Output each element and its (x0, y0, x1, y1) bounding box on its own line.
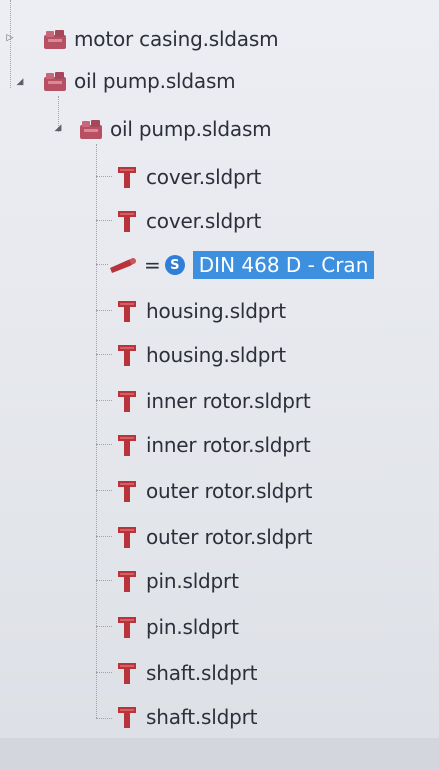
tree-node-part[interactable]: housing.sldprt (114, 340, 286, 370)
tree-node-part[interactable]: cover.sldprt (114, 206, 261, 236)
part-icon (114, 432, 140, 458)
tree-node-label-selected: DIN 468 D - Cran (192, 251, 375, 279)
tree-guide-branch (96, 264, 108, 265)
tree-node-label: cover.sldprt (146, 165, 262, 189)
tree-guide-branch (96, 354, 112, 355)
tree-node-label: inner rotor.sldprt (146, 433, 311, 457)
tree-guide-line-level2 (96, 144, 97, 718)
part-icon (114, 298, 140, 324)
tree-node-oil-pump-sub[interactable]: oil pump.sldasm (78, 114, 272, 144)
tree-node-label: outer rotor.sldprt (146, 525, 313, 549)
tree-guide-branch (96, 176, 112, 177)
collapse-arrow-icon[interactable]: ▷ (4, 32, 16, 44)
tree-guide-branch (96, 310, 112, 311)
part-icon (114, 208, 140, 234)
tree-node-label: outer rotor.sldprt (146, 479, 313, 503)
part-icon (114, 704, 140, 730)
tree-guide-branch (96, 580, 112, 581)
part-icon (114, 164, 140, 190)
tree-node-label: housing.sldprt (146, 299, 286, 323)
expand-arrow-icon[interactable]: ◢ (14, 76, 26, 88)
tree-node-label: motor casing.sldasm (74, 27, 279, 51)
tree-guide-branch (96, 718, 112, 719)
tree-node-part[interactable]: shaft.sldprt (114, 658, 257, 688)
tree-guide-branch (96, 220, 112, 221)
tree-guide-branch (96, 444, 112, 445)
tree-node-part[interactable]: pin.sldprt (114, 566, 239, 596)
assembly-icon (42, 68, 68, 94)
part-icon (114, 478, 140, 504)
tree-node-label: pin.sldprt (146, 569, 239, 593)
part-icon (114, 388, 140, 414)
tree-node-part[interactable]: inner rotor.sldprt (114, 430, 311, 460)
toolbox-part-icon (108, 252, 140, 278)
feature-manager-tree: ▷ motor casing.sldasm ◢ oil pump.sldasm … (0, 0, 439, 770)
tree-node-label: pin.sldprt (146, 615, 239, 639)
tree-node-label: oil pump.sldasm (110, 117, 272, 141)
tree-node-label: inner rotor.sldprt (146, 389, 311, 413)
tree-node-part[interactable]: outer rotor.sldprt (114, 522, 313, 552)
tree-guide-branch (96, 536, 112, 537)
tree-node-part[interactable]: inner rotor.sldprt (114, 386, 311, 416)
assembly-icon (42, 26, 68, 52)
equals-prefix: = (144, 253, 161, 277)
tree-node-part[interactable]: cover.sldprt (114, 162, 261, 192)
tree-node-part[interactable]: housing.sldprt (114, 296, 286, 326)
part-icon (114, 568, 140, 594)
tree-node-toolbox-part[interactable]: = S DIN 468 D - Cran (108, 250, 375, 280)
tree-node-label: cover.sldprt (146, 209, 262, 233)
tree-node-part[interactable]: shaft.sldprt (114, 702, 257, 732)
tree-node-label: shaft.sldprt (146, 705, 258, 729)
tree-node-oil-pump[interactable]: oil pump.sldasm (42, 66, 236, 96)
tree-guide-branch (96, 490, 112, 491)
standard-badge-icon: S (164, 255, 185, 275)
tree-node-label: oil pump.sldasm (74, 69, 236, 93)
tree-guide-branch (96, 672, 112, 673)
tree-guide-line-root (10, 0, 11, 88)
part-icon (114, 342, 140, 368)
tree-guide-branch (96, 400, 112, 401)
part-icon (114, 614, 140, 640)
tree-node-motor-casing[interactable]: motor casing.sldasm (42, 24, 279, 54)
tree-node-label: housing.sldprt (146, 343, 286, 367)
tree-bottom-empty-area (0, 738, 439, 770)
tree-node-part[interactable]: outer rotor.sldprt (114, 476, 313, 506)
part-icon (114, 660, 140, 686)
assembly-icon (78, 116, 104, 142)
tree-node-label: shaft.sldprt (146, 661, 258, 685)
tree-node-part[interactable]: pin.sldprt (114, 612, 239, 642)
part-icon (114, 524, 140, 550)
expand-arrow-icon[interactable]: ◢ (52, 122, 64, 134)
tree-guide-branch (96, 626, 112, 627)
